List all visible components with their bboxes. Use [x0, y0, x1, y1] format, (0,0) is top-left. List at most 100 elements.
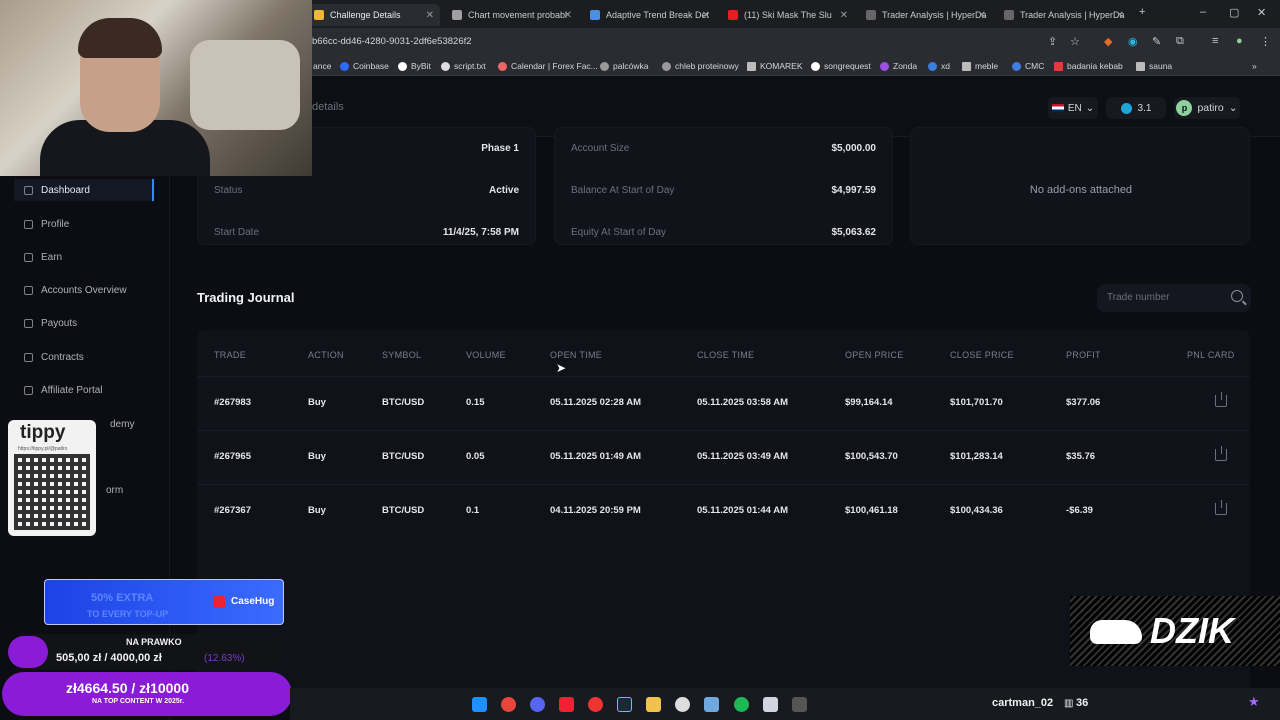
sidebar-item-earn[interactable]: Earn: [14, 246, 154, 268]
download-icon[interactable]: [1215, 500, 1227, 515]
trade-volume: 0.15: [466, 397, 485, 408]
sidebar-item-payouts[interactable]: Payouts: [14, 312, 154, 334]
bookmark-item[interactable]: palcówka: [600, 61, 648, 71]
bookmarks-overflow-icon[interactable]: »: [1252, 61, 1257, 71]
bookmark-item[interactable]: Coinbase: [340, 61, 389, 71]
extensions-puzzle-icon[interactable]: ⧉: [1176, 35, 1184, 48]
windows-start-icon[interactable]: [472, 697, 487, 712]
app-icon[interactable]: [559, 697, 574, 712]
account-info-card: Account Size $5,000.00 Balance At Start …: [554, 127, 893, 245]
bookmark-item[interactable]: xd: [928, 61, 950, 71]
close-icon[interactable]: ✕: [840, 10, 848, 21]
tab-chart-movement[interactable]: Chart movement probabi ✕: [444, 4, 578, 26]
tab-trader-analysis-1[interactable]: Trader Analysis | HyperDa ✕: [858, 4, 992, 26]
trade-profit: $35.76: [1066, 451, 1096, 462]
sidebar-item-accounts-overview[interactable]: Accounts Overview: [14, 279, 154, 301]
bookmark-item[interactable]: CMC: [1012, 61, 1044, 71]
user-menu[interactable]: p patiro ⌄: [1174, 97, 1240, 119]
goal-value: 505,00 zł / 4000,00 zł: [56, 652, 162, 664]
extension-icon[interactable]: ◉: [1128, 35, 1138, 48]
bookmark-item[interactable]: Zonda: [880, 61, 917, 71]
cmc-icon: [1012, 61, 1021, 71]
profile-icon[interactable]: ●: [1236, 35, 1243, 47]
trade-open-time: 04.11.2025 20:59 PM: [550, 505, 641, 516]
more-icon[interactable]: ⋮: [1260, 35, 1271, 48]
trade-profit: -$6.39: [1066, 505, 1093, 516]
goal-title: NA PRAWKO: [126, 637, 182, 647]
bookmark-item[interactable]: ByBit: [398, 61, 431, 71]
install-icon[interactable]: ⇪: [1048, 35, 1057, 48]
close-icon[interactable]: ✕: [426, 10, 434, 21]
app-icon[interactable]: [675, 697, 690, 712]
coinbase-icon: [340, 61, 349, 71]
url-field[interactable]: b66cc-dd46-4280-9031-2df6e53826f2: [312, 36, 472, 47]
start-date-label: Start Date: [214, 227, 260, 238]
tab-adaptive-trend[interactable]: Adaptive Trend Break Det ✕: [582, 4, 716, 26]
spotify-icon[interactable]: [734, 697, 749, 712]
bookmark-item[interactable]: songrequest: [811, 61, 871, 71]
bookmark-folder[interactable]: KOMAREK: [747, 61, 803, 71]
column-header: CLOSE TIME: [697, 350, 755, 360]
balance-value: $4,997.59: [831, 185, 877, 196]
start-date-value: 11/4/25, 7:58 PM: [442, 227, 519, 238]
tab-trader-analysis-2[interactable]: Trader Analysis | HyperDa ✕: [996, 4, 1130, 26]
promo-line1: 50% EXTRA: [91, 592, 154, 604]
maximize-icon[interactable]: ▢: [1229, 6, 1239, 19]
close-icon[interactable]: ✕: [702, 10, 710, 21]
sidebar-item-affiliate-portal[interactable]: Affiliate Portal: [14, 379, 154, 401]
menu-icon[interactable]: ≡: [1212, 35, 1218, 47]
notepad-icon[interactable]: [763, 697, 778, 712]
column-header: OPEN TIME: [550, 350, 603, 360]
language-selector[interactable]: EN ⌄: [1048, 97, 1098, 119]
trade-close-price: $100,434.36: [950, 505, 1003, 516]
globe-icon: [600, 61, 609, 71]
minimize-icon[interactable]: –: [1200, 6, 1206, 18]
new-tab-icon[interactable]: +: [1139, 6, 1145, 18]
trade-symbol: BTC/USD: [382, 505, 425, 516]
bookmark-item[interactable]: ance: [313, 61, 331, 71]
extension-icon[interactable]: ◆: [1104, 35, 1112, 48]
download-icon[interactable]: [1215, 392, 1227, 407]
close-icon[interactable]: ✕: [978, 10, 986, 21]
table-row[interactable]: #267983 Buy BTC/USD 0.15 05.11.2025 02:2…: [197, 376, 1250, 430]
coin-balance[interactable]: 3.1: [1106, 97, 1166, 119]
sidebar-item-profile[interactable]: Profile: [14, 213, 154, 235]
app-icon[interactable]: [792, 697, 807, 712]
chrome-icon[interactable]: [501, 697, 516, 712]
tab-youtube[interactable]: (11) Ski Mask The Slu ✕: [720, 4, 854, 26]
app-icon[interactable]: [704, 697, 719, 712]
bookmark-folder[interactable]: meble: [962, 61, 998, 71]
close-icon[interactable]: ✕: [1116, 10, 1124, 21]
bookmark-star-icon[interactable]: ☆: [1070, 35, 1080, 48]
equity-label: Equity At Start of Day: [571, 227, 667, 238]
column-header: CLOSE PRICE: [950, 350, 1014, 360]
bookmark-item[interactable]: badania kebab: [1054, 61, 1123, 71]
equity-value: $5,063.62: [831, 227, 877, 238]
close-icon[interactable]: ✕: [564, 10, 572, 21]
search-icon[interactable]: [1231, 290, 1243, 302]
bookmark-item[interactable]: chleb proteinowy: [662, 61, 739, 71]
sidebar-item-dashboard[interactable]: Dashboard: [14, 179, 154, 201]
extension-icon[interactable]: ✎: [1152, 35, 1161, 48]
file-explorer-icon[interactable]: [646, 697, 661, 712]
table-row[interactable]: #267367 Buy BTC/USD 0.1 04.11.2025 20:59…: [197, 484, 1250, 538]
close-window-icon[interactable]: ✕: [1257, 6, 1266, 19]
trade-close-price: $101,283.14: [950, 451, 1003, 462]
download-icon[interactable]: [1215, 446, 1227, 461]
table-row[interactable]: #267965 Buy BTC/USD 0.05 05.11.2025 01:4…: [197, 430, 1250, 484]
sidebar-item-contracts[interactable]: Contracts: [14, 346, 154, 368]
bookmark-item[interactable]: script.txt: [441, 61, 486, 71]
bookmark-item[interactable]: Calendar | Forex Fac...: [498, 61, 598, 71]
discord-icon[interactable]: [530, 697, 545, 712]
breadcrumb[interactable]: details: [312, 101, 344, 113]
app-icon[interactable]: [588, 697, 603, 712]
column-header: PNL CARD: [1187, 350, 1235, 360]
dzik-logo: DZIK: [1070, 596, 1280, 666]
calendar-icon: [498, 61, 507, 71]
bookmark-folder[interactable]: sauna: [1136, 61, 1172, 71]
trade-open-price: $100,543.70: [845, 451, 898, 462]
trade-search-input[interactable]: Trade number: [1097, 284, 1251, 312]
steam-icon[interactable]: [617, 697, 632, 712]
promo-line2: TO EVERY TOP-UP: [87, 609, 169, 619]
tab-challenge-details[interactable]: Challenge Details ✕: [306, 4, 440, 26]
